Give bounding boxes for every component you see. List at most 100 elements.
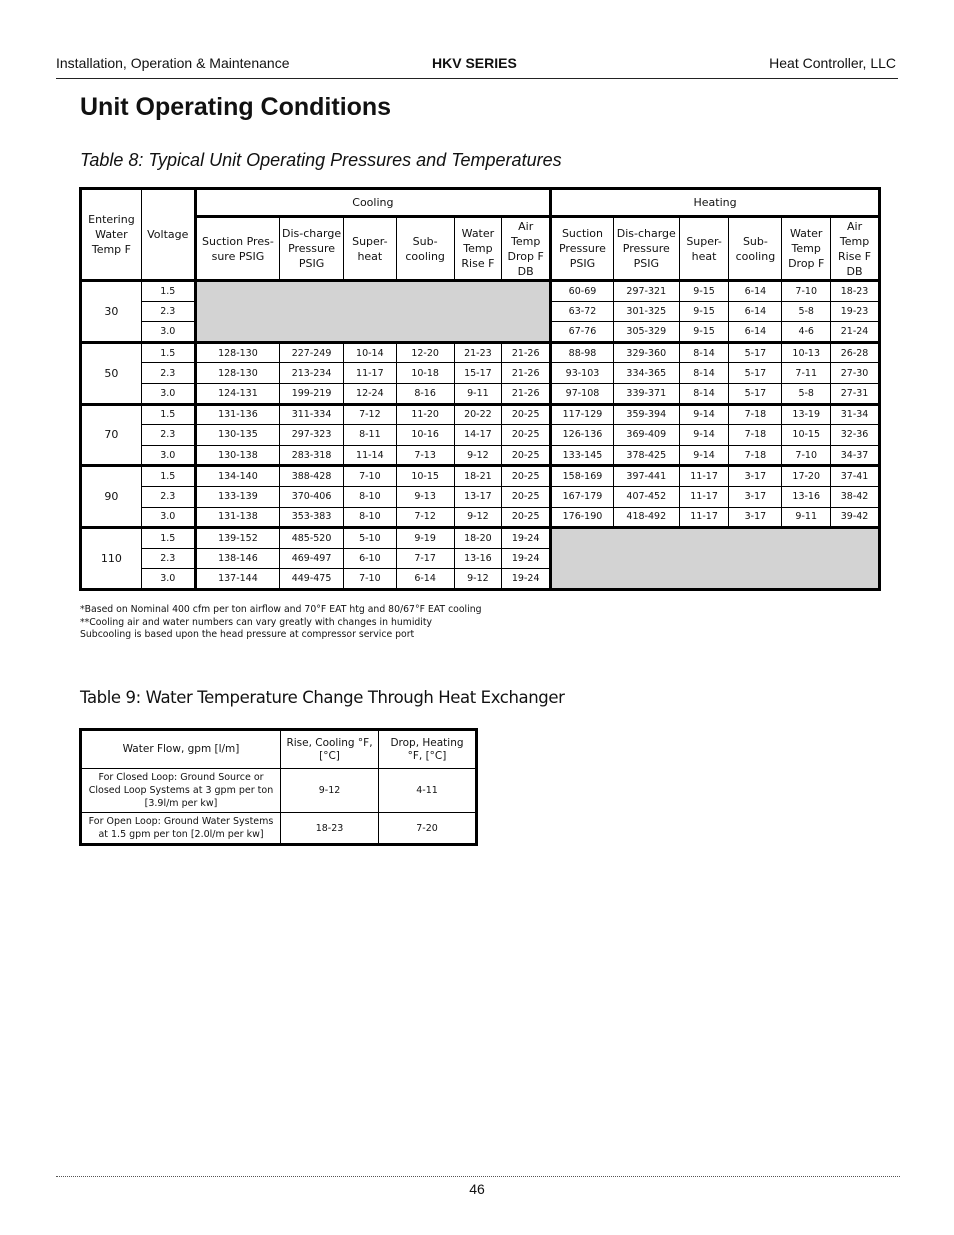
voltage-cell: 3.0: [140, 506, 196, 529]
cooling-value-cell: 7-13: [395, 444, 455, 467]
cooling-value-cell: 7-12: [395, 506, 455, 529]
heating-value-cell: 3-17: [728, 506, 783, 529]
heating-value-cell: 378-425: [612, 444, 680, 467]
voltage-cell: 3.0: [140, 321, 196, 343]
cooling-value-cell: 128-130: [193, 340, 281, 364]
cooling-col-header: Suction Pres-sure PSIG: [193, 216, 281, 282]
heating-value-cell: 97-108: [549, 382, 614, 405]
cooling-value-cell: 6-14: [395, 568, 455, 590]
heating-value-cell: 339-371: [612, 382, 680, 405]
cooling-col-header: Sub-cooling: [395, 216, 455, 282]
rise-cooling-cell: 9-12: [280, 768, 379, 813]
cooling-value-cell: 12-24: [342, 382, 397, 405]
cooling-value-cell: 8-10: [342, 506, 397, 529]
drop-heating-cell: 7-20: [378, 812, 477, 845]
heating-value-cell: 397-441: [612, 464, 680, 487]
heating-value-cell: 17-20: [781, 464, 832, 487]
heating-value-cell: 6-14: [728, 321, 783, 343]
cooling-value-cell: 449-475: [279, 568, 344, 590]
heating-value-cell: 158-169: [549, 464, 614, 487]
cooling-col-header: Air Temp Drop F DB: [501, 216, 552, 282]
table9-caption: Table 9: Water Temperature Change Throug…: [80, 688, 565, 707]
cooling-value-cell: 18-21: [453, 464, 503, 487]
cooling-value-cell: 20-25: [501, 444, 552, 467]
cooling-value-cell: 9-12: [453, 506, 503, 529]
table-row: For Open Loop: Ground Water Systems at 1…: [80, 812, 477, 845]
cooling-value-cell: 9-13: [395, 485, 455, 508]
heating-value-cell: 8-14: [678, 382, 730, 405]
voltage-cell: 3.0: [140, 568, 196, 590]
cooling-value-cell: 128-130: [193, 362, 281, 384]
heating-value-cell: 39-42: [830, 506, 880, 529]
cooling-value-cell: 5-10: [342, 526, 397, 549]
heating-col-header: Suction Pressure PSIG: [549, 216, 614, 282]
heating-value-cell: 19-23: [830, 300, 880, 323]
heating-value-cell: 301-325: [612, 300, 680, 323]
heating-value-cell: 9-15: [678, 300, 730, 323]
voltage-cell: 1.5: [140, 402, 196, 426]
note: **Cooling air and water numbers can vary…: [80, 616, 433, 628]
page-header: Installation, Operation & Maintenance HK…: [56, 54, 898, 79]
cooling-value-cell: 227-249: [279, 340, 344, 364]
heating-not-applicable-block: [549, 526, 880, 590]
cooling-value-cell: 388-428: [279, 464, 344, 487]
water-temp-change-table: Water Flow, gpm [l/m] Rise, Cooling °F, …: [79, 728, 478, 846]
entering-water-temp-cell: 70: [80, 402, 142, 467]
heating-value-cell: 9-14: [678, 402, 730, 426]
cooling-value-cell: 131-138: [193, 506, 281, 529]
voltage-cell: 2.3: [140, 362, 196, 384]
heating-value-cell: 38-42: [830, 485, 880, 508]
cooling-value-cell: 9-19: [395, 526, 455, 549]
cooling-value-cell: 138-146: [193, 547, 281, 570]
cooling-value-cell: 20-25: [501, 464, 552, 487]
heating-col-header: Dis-charge Pressure PSIG: [612, 216, 680, 282]
cooling-value-cell: 9-12: [453, 444, 503, 467]
col-voltage: Voltage: [140, 188, 196, 282]
cooling-value-cell: 124-131: [193, 382, 281, 405]
voltage-cell: 1.5: [140, 464, 196, 487]
heating-value-cell: 9-14: [678, 444, 730, 467]
heating-value-cell: 3-17: [728, 485, 783, 508]
table-row: For Closed Loop: Ground Source or Closed…: [80, 768, 477, 813]
heating-value-cell: 27-31: [830, 382, 880, 405]
cooling-value-cell: 213-234: [279, 362, 344, 384]
header-company: Heat Controller, LLC: [769, 55, 896, 71]
heating-value-cell: 297-321: [612, 279, 680, 302]
cooling-value-cell: 13-17: [453, 485, 503, 508]
heating-value-cell: 13-19: [781, 402, 832, 426]
voltage-cell: 2.3: [140, 424, 196, 446]
voltage-cell: 3.0: [140, 382, 196, 405]
cooling-value-cell: 199-219: [279, 382, 344, 405]
cooling-value-cell: 20-25: [501, 485, 552, 508]
cooling-value-cell: 11-20: [395, 402, 455, 426]
heating-value-cell: 133-145: [549, 444, 614, 467]
cooling-value-cell: 12-20: [395, 340, 455, 364]
note: *Based on Nominal 400 cfm per ton airflo…: [80, 604, 482, 615]
heating-value-cell: 93-103: [549, 362, 614, 384]
cooling-value-cell: 130-135: [193, 424, 281, 446]
heating-value-cell: 418-492: [612, 506, 680, 529]
cooling-value-cell: 133-139: [193, 485, 281, 508]
heating-value-cell: 6-14: [728, 279, 783, 302]
cooling-value-cell: 20-25: [501, 506, 552, 529]
note: Subcooling is based upon the head pressu…: [80, 629, 415, 641]
heating-value-cell: 9-14: [678, 424, 730, 446]
heating-value-cell: 126-136: [549, 424, 614, 446]
cooling-value-cell: 8-11: [342, 424, 397, 446]
heating-value-cell: 329-360: [612, 340, 680, 364]
heating-value-cell: 18-23: [830, 279, 880, 302]
heating-value-cell: 8-14: [678, 340, 730, 364]
col-rise-cooling: Rise, Cooling °F, [°C]: [280, 729, 379, 769]
heating-value-cell: 7-18: [728, 444, 783, 467]
heating-value-cell: 11-17: [678, 485, 730, 508]
heating-value-cell: 5-8: [781, 382, 832, 405]
cooling-value-cell: 18-20: [453, 526, 503, 549]
group-heating: Heating: [549, 188, 880, 217]
cooling-value-cell: 11-14: [342, 444, 397, 467]
heating-value-cell: 37-41: [830, 464, 880, 487]
heating-value-cell: 7-10: [781, 444, 832, 467]
table-row: 3.0 130-138 283-318 11-14 7-13 9-12 20-25 133-1…: [81, 444, 880, 467]
heating-value-cell: 7-18: [728, 424, 783, 446]
heating-value-cell: 26-28: [830, 340, 880, 364]
cooling-value-cell: 297-323: [279, 424, 344, 446]
